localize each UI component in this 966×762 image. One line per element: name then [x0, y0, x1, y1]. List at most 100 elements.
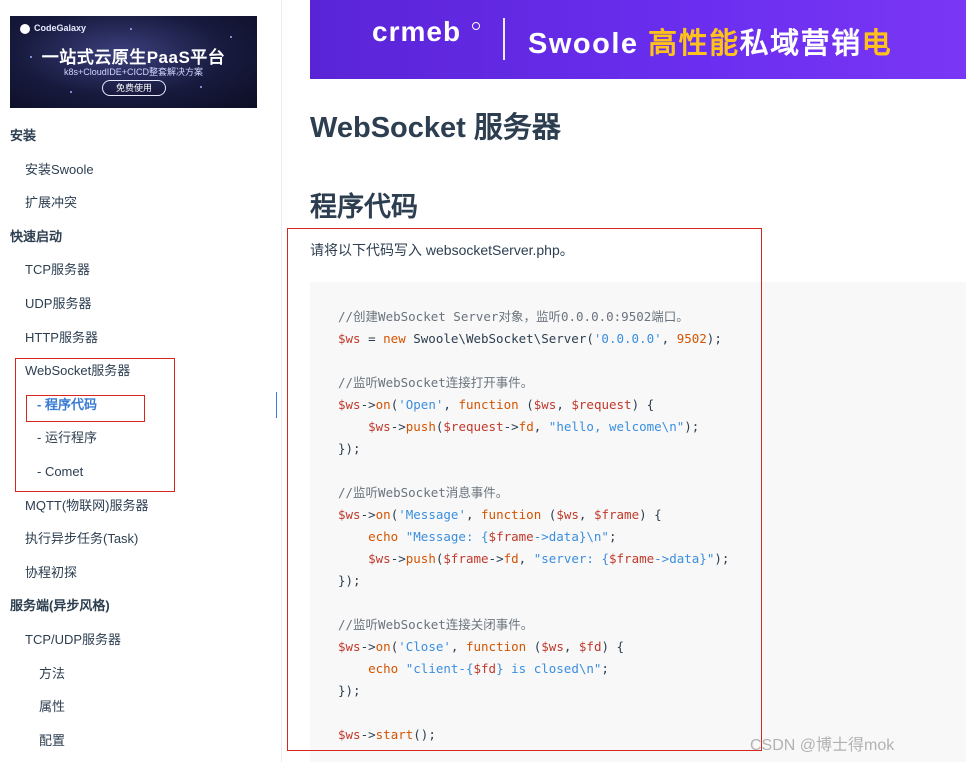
sidebar-item[interactable]: 服务端(异步风格) [0, 592, 281, 626]
code-line: //创建WebSocket Server对象，监听0.0.0.0:9502端口。 [338, 306, 729, 328]
code-token: $fd [578, 639, 602, 654]
code-token: $fd [473, 661, 497, 676]
sidebar-item[interactable]: 执行异步任务(Task) [0, 525, 281, 559]
registered-mark-icon [472, 22, 480, 30]
code-token: $ws [338, 331, 361, 346]
sidebar-item[interactable]: TCP服务器 [0, 256, 281, 290]
code-token: $ws [556, 507, 579, 522]
code-token: $request [443, 419, 504, 434]
code-token: //监听WebSocket连接打开事件。 [338, 375, 534, 390]
code-token: ( [541, 507, 557, 522]
ad-brand-label: CodeGalaxy [34, 23, 87, 33]
crmeb-logo: crmeb [372, 16, 462, 47]
sidebar-item[interactable]: WebSocket服务器 [0, 357, 281, 391]
sidebar-item[interactable]: 快速启动 [0, 223, 281, 257]
code-token: //创建WebSocket Server对象，监听0.0.0.0:9502端口。 [338, 309, 689, 324]
code-token: $ws [368, 419, 391, 434]
sidebar-item[interactable]: 配置 [0, 727, 281, 761]
banner-text-part2: 私域营销 [739, 28, 862, 60]
ad-banner[interactable]: CodeGalaxy 一站式云原生PaaS平台 k8s+CloudIDE+CIC… [10, 16, 257, 108]
code-token: fd [518, 419, 534, 434]
code-line: //监听WebSocket消息事件。 [338, 482, 729, 504]
code-token: $frame [488, 529, 534, 544]
code-token: ( [526, 639, 542, 654]
banner-text-highlight: 高性能 [648, 28, 740, 60]
code-token: '0.0.0.0' [593, 331, 662, 346]
code-token: 9502 [676, 331, 707, 346]
sidebar-item[interactable]: MQTT(物联网)服务器 [0, 492, 281, 526]
code-token: , [443, 397, 459, 412]
code-token: on [375, 507, 391, 522]
code-line: $ws = new Swoole\WebSocket\Server('0.0.0… [338, 328, 729, 350]
code-token: ) { [631, 397, 655, 412]
code-line: echo "Message: {$frame->data}\n"; [338, 526, 729, 548]
code-token: -> [390, 551, 406, 566]
code-token: echo [368, 661, 399, 676]
promo-banner[interactable]: crmeb Swoole 高性能私域营销电 [310, 0, 966, 79]
banner-headline: Swoole 高性能私域营销电 [528, 20, 892, 62]
code-line: $ws->on('Message', function ($ws, $frame… [338, 504, 729, 526]
sidebar-item[interactable]: 安装Swoole [0, 156, 281, 190]
code-token: $ws [338, 639, 361, 654]
code-token: }); [338, 441, 361, 456]
code-line: }); [338, 680, 729, 702]
code-token: on [375, 397, 391, 412]
sidebar-item[interactable]: UDP服务器 [0, 290, 281, 324]
code-line: echo "client-{$fd} is closed\n"; [338, 658, 729, 680]
banner-text-highlight2: 电 [861, 28, 893, 60]
page-title: WebSocket 服务器 [310, 112, 561, 144]
code-token: , [578, 507, 594, 522]
code-token: ) { [601, 639, 625, 654]
code-token: $ws [541, 639, 564, 654]
code-token: ; [608, 529, 617, 544]
brand-logo-icon [20, 23, 30, 34]
code-token: -> [360, 639, 376, 654]
sidebar: CodeGalaxy 一站式云原生PaaS平台 k8s+CloudIDE+CIC… [0, 0, 282, 762]
code-token: , [533, 419, 549, 434]
sidebar-item[interactable]: 方法 [0, 660, 281, 694]
sidebar-item[interactable]: - 运行程序 [0, 424, 281, 458]
code-token: , [465, 507, 482, 522]
code-token: //监听WebSocket消息事件。 [338, 485, 509, 500]
sidebar-item[interactable]: - 程序代码 [0, 391, 281, 425]
code-token: ->data}\n" [533, 529, 609, 544]
code-token: Swoole\WebSocket\Server( [405, 331, 594, 346]
code-token: -> [360, 507, 376, 522]
code-token: push [405, 419, 436, 434]
code-token: "server: { [533, 551, 609, 566]
sidebar-item[interactable]: HTTP服务器 [0, 324, 281, 358]
code-line: //监听WebSocket连接关闭事件。 [338, 614, 729, 636]
sidebar-nav: 安装 安装Swoole 扩展冲突 快速启动 TCP服务器 UDP服务器 HTTP服务器 Web… [0, 122, 281, 760]
code-line: }); [338, 570, 729, 592]
code-line: $ws->on('Close', function ($ws, $fd) { [338, 636, 729, 658]
sidebar-item[interactable]: 安装 [0, 122, 281, 156]
ad-free-use-button[interactable]: 免费使用 [102, 80, 166, 96]
code-token: fd [503, 551, 519, 566]
sidebar-item[interactable]: 扩展冲突 [0, 189, 281, 223]
sidebar-item[interactable]: - Comet [0, 458, 281, 492]
code-token: "hello, welcome\n" [548, 419, 685, 434]
code-token: //监听WebSocket连接关闭事件。 [338, 617, 534, 632]
code-token: = [360, 331, 384, 346]
code-token: -> [488, 551, 504, 566]
code-token: ); [714, 551, 730, 566]
code-line: $ws->push($frame->fd, "server: {$frame->… [338, 548, 729, 570]
watermark: CSDN @博士得mok [750, 737, 895, 754]
code-token: $frame [593, 507, 640, 522]
code-token: $ws [338, 397, 361, 412]
code-token: , [661, 331, 677, 346]
code-line: $ws->start(); [338, 724, 729, 746]
sidebar-item[interactable]: 属性 [0, 693, 281, 727]
sidebar-item[interactable]: TCP/UDP服务器 [0, 626, 281, 660]
code-token: -> [360, 397, 376, 412]
code-token: on [375, 639, 391, 654]
code-token: }); [338, 683, 361, 698]
sidebar-item[interactable]: 协程初探 [0, 559, 281, 593]
banner-text-part1: Swoole [528, 28, 649, 60]
code-line: }); [338, 438, 729, 460]
code-token: }); [338, 573, 361, 588]
